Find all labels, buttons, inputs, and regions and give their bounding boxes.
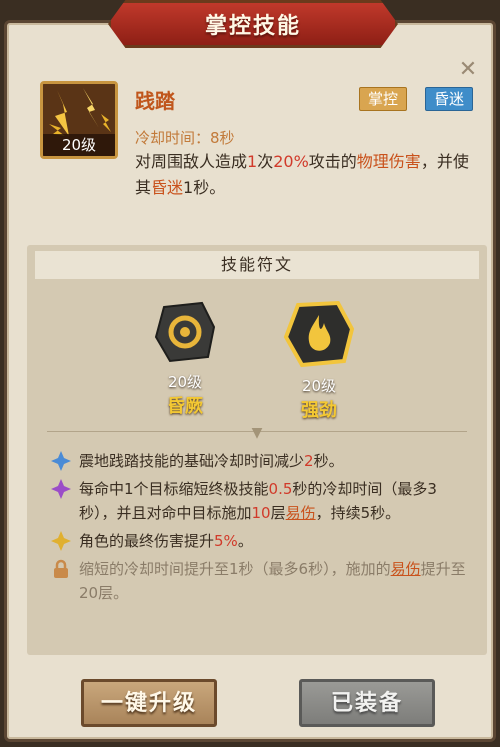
rune-level: 20级 [301,377,337,395]
purple-star-icon [51,479,71,499]
page-title: 掌控技能 [204,14,301,39]
effect-item: 角色的最终伤害提升5%。 [51,529,471,553]
chevron-down-icon: ▼ [251,425,263,441]
tag-stun: 昏迷 [425,87,474,111]
rune-section: 技能符文 20级 昏厥 20级 强劲 ▼ 震地践踏技能的基础冷却时间减少2秒。 [27,245,487,655]
skill-level: 20级 [43,134,115,156]
blue-star-icon [51,451,71,471]
skill-icon: 20级 [40,81,118,159]
cooldown-text: 冷却时间：8秒 [135,129,235,147]
lock-icon [54,559,68,578]
rune-level: 20级 [167,373,203,391]
equipped-button[interactable]: 已装备 [299,679,435,727]
rune-name: 昏厥 [167,396,203,417]
close-icon[interactable]: ✕ [457,59,479,81]
upgrade-button[interactable]: 一键升级 [81,679,217,727]
flame-icon [283,300,355,368]
rune-strong[interactable]: 20级 强劲 [269,297,369,422]
tag-control: 掌控 [359,87,408,111]
effect-item: 每命中1个目标缩短终极技能0.5秒的冷却时间（最多3秒），并且对命中目标施加10… [51,477,471,525]
effect-item: 震地践踏技能的基础冷却时间减少2秒。 [51,449,471,473]
effect-item-locked: 缩短的冷却时间提升至1秒（最多6秒），施加的易伤提升至20层。 [51,557,471,605]
swirl-icon [154,301,216,363]
rune-faint[interactable]: 20级 昏厥 [135,297,235,418]
rune-name: 强劲 [301,400,337,421]
skill-panel: ✕ 20级 践踏 掌控 昏迷 冷却时间：8秒 对周围敌人造成1次20%攻击的物理… [4,20,496,742]
rune-header: 技能符文 [35,251,479,279]
gold-star-icon [51,531,71,551]
title-banner: 掌控技能 [108,0,398,48]
skill-name: 践踏 [135,89,175,113]
skill-description: 对周围敌人造成1次20%攻击的物理伤害，并使其昏迷1秒。 [135,152,469,197]
